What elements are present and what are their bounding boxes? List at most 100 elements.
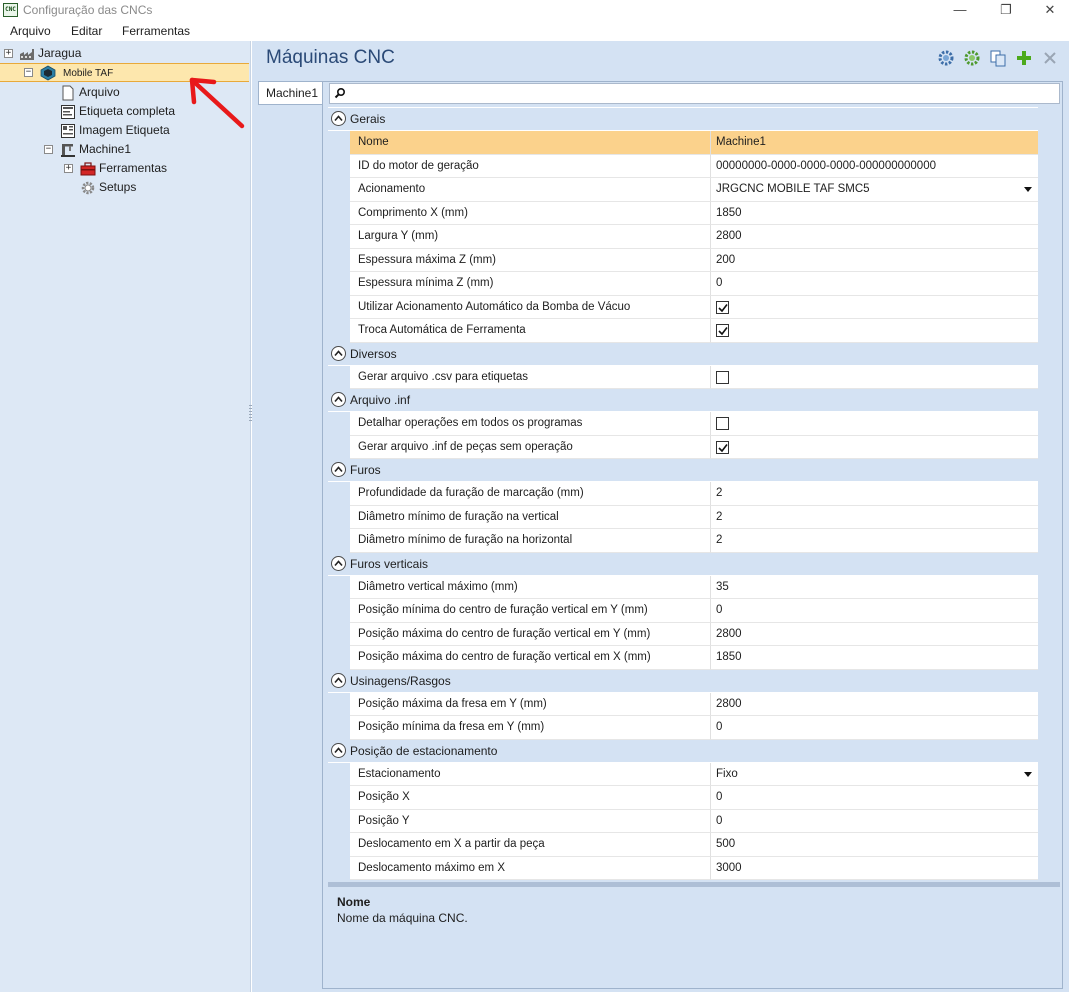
property-value[interactable]: 2800: [711, 623, 1038, 646]
property-value[interactable]: 0: [711, 599, 1038, 623]
property-value[interactable]: 2: [711, 506, 1038, 529]
property-row-gerar-arquivo-inf-de-pecas-sem-operacao[interactable]: Gerar arquivo .inf de peças sem operação: [328, 435, 1038, 459]
property-row-estacionamento[interactable]: Estacionamento Fixo: [328, 762, 1038, 786]
property-dropdown[interactable]: JRGCNC MOBILE TAF SMC5: [711, 178, 1038, 202]
checkbox-unchecked[interactable]: [716, 370, 729, 384]
property-row-acionamento[interactable]: Acionamento JRGCNC MOBILE TAF SMC5: [328, 178, 1038, 202]
property-row-posicao-x[interactable]: Posição X 0: [328, 786, 1038, 810]
tree-node-setups[interactable]: Setups: [0, 178, 200, 197]
property-row-diametro-minimo-de-furacao-na-vertical[interactable]: Diâmetro mínimo de furação na vertical 2: [328, 505, 1038, 529]
expand-icon[interactable]: +: [64, 164, 73, 173]
property-row-deslocamento-em-x-a-partir-da-peca[interactable]: Deslocamento em X a partir da peça 500: [328, 833, 1038, 857]
category-gerais[interactable]: Gerais: [328, 108, 1038, 130]
property-row-espessura-maxima-z-mm[interactable]: Espessura máxima Z (mm) 200: [328, 248, 1038, 272]
category-furos-verticais[interactable]: Furos verticais: [328, 552, 1038, 575]
category-usinagens-rasgos[interactable]: Usinagens/Rasgos: [328, 669, 1038, 692]
collapse-chevron-icon[interactable]: [331, 345, 346, 361]
category-arquivo-inf[interactable]: Arquivo .inf: [328, 389, 1038, 411]
close-button[interactable]: ✕: [1027, 0, 1069, 21]
property-value[interactable]: 35: [711, 576, 1038, 599]
menu-editar[interactable]: Editar: [71, 24, 102, 38]
property-dropdown[interactable]: Fixo: [711, 763, 1038, 786]
property-row-comprimento-x-mm[interactable]: Comprimento X (mm) 1850: [328, 201, 1038, 225]
property-value[interactable]: 500: [711, 833, 1038, 857]
property-row-posicao-minima-do-centro-de-furacao-vertical-em-y-mm[interactable]: Posição mínima do centro de furação vert…: [328, 599, 1038, 623]
property-value[interactable]: 200: [711, 249, 1038, 272]
property-value[interactable]: 0: [711, 786, 1038, 810]
property-row-posicao-maxima-da-fresa-em-y-mm[interactable]: Posição máxima da fresa em Y (mm) 2800: [328, 692, 1038, 716]
collapse-chevron-icon[interactable]: [331, 111, 346, 126]
menu-ferramentas[interactable]: Ferramentas: [122, 24, 190, 38]
delete-icon[interactable]: [1041, 49, 1059, 67]
collapse-icon[interactable]: −: [44, 145, 53, 154]
collapse-chevron-icon[interactable]: [331, 742, 346, 758]
settings-gear-green-icon[interactable]: [963, 49, 981, 67]
property-row-nome[interactable]: Nome Machine1: [328, 131, 1038, 155]
collapse-chevron-icon[interactable]: [331, 462, 346, 477]
property-row-posicao-minima-da-fresa-em-y-mm[interactable]: Posição mínima da fresa em Y (mm) 0: [328, 716, 1038, 740]
checkbox-checked[interactable]: [716, 440, 729, 454]
property-checkbox[interactable]: [711, 319, 1038, 343]
checkbox-checked[interactable]: [716, 324, 729, 337]
checkbox-checked[interactable]: [716, 300, 729, 314]
tree-node-machine1[interactable]: − Machine1: [0, 140, 200, 159]
property-checkbox[interactable]: [711, 412, 1038, 436]
row-gutter: [328, 131, 350, 155]
property-value[interactable]: Machine1: [711, 131, 1038, 155]
tree-node-ferramentas[interactable]: + Ferramentas: [0, 159, 200, 178]
property-checkbox[interactable]: [711, 436, 1038, 459]
add-icon[interactable]: [1015, 49, 1033, 67]
property-row-diametro-minimo-de-furacao-na-horizontal[interactable]: Diâmetro mínimo de furação na horizontal…: [328, 529, 1038, 553]
property-row-gerar-arquivo-csv-para-etiquetas[interactable]: Gerar arquivo .csv para etiquetas: [328, 365, 1038, 389]
property-value[interactable]: 0: [711, 716, 1038, 740]
property-value[interactable]: 2800: [711, 225, 1038, 249]
property-row-id-do-motor-de-geracao[interactable]: ID do motor de geração 00000000-0000-0000…: [328, 154, 1038, 178]
property-value[interactable]: 1850: [711, 202, 1038, 225]
property-row-deslocamento-maximo-em-x[interactable]: Deslocamento máximo em X 3000: [328, 856, 1038, 880]
minimize-button[interactable]: —: [937, 0, 983, 21]
copy-icon[interactable]: [989, 49, 1007, 67]
collapse-icon[interactable]: −: [24, 68, 33, 77]
property-value[interactable]: 2800: [711, 693, 1038, 716]
property-row-posicao-maxima-do-centro-de-furacao-vertical-em-x-mm[interactable]: Posição máxima do centro de furação vert…: [328, 646, 1038, 670]
property-value[interactable]: 00000000-0000-0000-0000-000000000000: [711, 155, 1038, 178]
property-name: Posição máxima da fresa em Y (mm): [350, 692, 711, 716]
property-row-largura-y-mm[interactable]: Largura Y (mm) 2800: [328, 225, 1038, 249]
tab-machine1[interactable]: Machine1: [258, 81, 322, 105]
checkbox-unchecked[interactable]: [716, 417, 729, 430]
property-row-utilizar-acionamento-automatico-da-bomba-de-vacuo[interactable]: Utilizar Acionamento Automático da Bomba…: [328, 295, 1038, 319]
search-input[interactable]: [329, 83, 1060, 104]
property-checkbox[interactable]: [711, 296, 1038, 319]
tree-node-etiqueta-completa[interactable]: Etiqueta completa: [0, 102, 200, 121]
property-row-troca-automatica-de-ferramenta[interactable]: Troca Automática de Ferramenta: [328, 319, 1038, 343]
property-row-espessura-minima-z-mm[interactable]: Espessura mínima Z (mm) 0: [328, 272, 1038, 296]
restore-button[interactable]: ❐: [983, 0, 1029, 21]
grid-scrollbar[interactable]: [1040, 107, 1060, 880]
property-row-posicao-maxima-do-centro-de-furacao-vertical-em-y-mm[interactable]: Posição máxima do centro de furação vert…: [328, 622, 1038, 646]
tree-node-imagem-etiqueta[interactable]: Imagem Etiqueta: [0, 121, 200, 140]
property-row-profundidade-da-furacao-de-marcacao-mm[interactable]: Profundidade da furação de marcação (mm)…: [328, 482, 1038, 506]
expand-icon[interactable]: +: [4, 49, 13, 58]
category-furos[interactable]: Furos: [328, 459, 1038, 481]
collapse-chevron-icon[interactable]: [331, 392, 346, 407]
collapse-chevron-icon[interactable]: [331, 672, 346, 688]
property-value[interactable]: 1850: [711, 646, 1038, 670]
property-checkbox[interactable]: [711, 366, 1038, 389]
category-diversos[interactable]: Diversos: [328, 342, 1038, 365]
property-value[interactable]: 3000: [711, 857, 1038, 880]
property-row-detalhar-operacoes-em-todos-os-programas[interactable]: Detalhar operações em todos os programas: [328, 412, 1038, 436]
property-value[interactable]: 0: [711, 810, 1038, 833]
property-value[interactable]: 2: [711, 529, 1038, 553]
property-row-diametro-vertical-maximo-mm[interactable]: Diâmetro vertical máximo (mm) 35: [328, 575, 1038, 599]
tree-node-arquivo[interactable]: Arquivo: [0, 83, 200, 102]
collapse-chevron-icon[interactable]: [331, 555, 346, 571]
dropdown-arrow-icon[interactable]: [1024, 187, 1032, 192]
property-row-posicao-y[interactable]: Posição Y 0: [328, 809, 1038, 833]
menu-arquivo[interactable]: Arquivo: [10, 24, 51, 38]
property-value[interactable]: 2: [711, 482, 1038, 506]
category-posicao-de-estacionamento[interactable]: Posição de estacionamento: [328, 739, 1038, 762]
tree-node-jaragua[interactable]: + Jaragua: [0, 44, 249, 63]
settings-gear-blue-icon[interactable]: [937, 49, 955, 67]
dropdown-arrow-icon[interactable]: [1024, 771, 1032, 777]
property-value[interactable]: 0: [711, 272, 1038, 296]
